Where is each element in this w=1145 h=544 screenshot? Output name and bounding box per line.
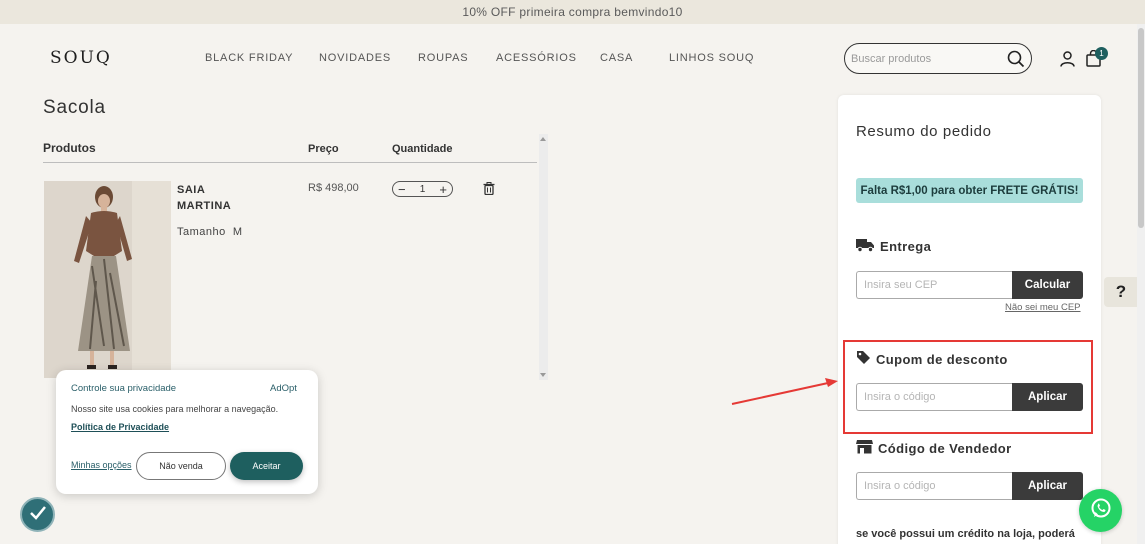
seller-code-form: Aplicar	[856, 472, 1083, 500]
seller-code-heading-text: Código de Vendedor	[878, 440, 1012, 456]
cookie-title: Controle sua privacidade	[71, 383, 177, 394]
cep-form: Calcular	[856, 271, 1083, 299]
nav-item-acessorios[interactable]: ACESSÓRIOS	[496, 52, 577, 64]
cookie-message: Nosso site usa cookies para melhorar a n…	[71, 404, 279, 414]
cookie-decline-button[interactable]: Não venda	[136, 452, 226, 480]
cep-input[interactable]	[856, 271, 1012, 299]
promo-bar: 10% OFF primeira compra bemvindo10	[0, 0, 1145, 24]
quantity-decrease-button[interactable]: −	[398, 183, 406, 196]
column-header-product: Produtos	[43, 141, 96, 155]
user-icon[interactable]	[1060, 51, 1075, 72]
annotation-arrow-icon	[728, 374, 840, 413]
order-summary-panel: Resumo do pedido Falta R$1,00 para obter…	[838, 95, 1101, 544]
help-button[interactable]: ?	[1104, 277, 1138, 307]
shield-check-icon	[29, 503, 47, 526]
privacy-settings-button[interactable]	[20, 497, 55, 532]
whatsapp-icon	[1090, 497, 1112, 524]
nav-item-linhos-souq[interactable]: LINHOS SOUQ	[669, 52, 754, 64]
cookie-accept-button[interactable]: Aceitar	[230, 452, 303, 480]
logo[interactable]: SOUQ	[50, 48, 112, 68]
privacy-policy-link[interactable]: Política de Privacidade	[71, 422, 169, 432]
apply-seller-code-button[interactable]: Aplicar	[1012, 472, 1083, 500]
store-icon	[856, 439, 873, 457]
cart-count-badge: 1	[1095, 47, 1108, 60]
truck-icon	[856, 238, 875, 255]
delivery-heading-text: Entrega	[880, 239, 932, 254]
product-name[interactable]: SAIA MARTINA	[177, 182, 257, 214]
free-shipping-message: Falta R$1,00 para obter FRETE GRÁTIS!	[856, 178, 1083, 203]
nav-item-casa[interactable]: CASA	[600, 52, 633, 64]
seller-code-input[interactable]	[856, 472, 1012, 500]
cookie-options-link[interactable]: Minhas opções	[71, 460, 132, 470]
delivery-heading: Entrega	[856, 238, 931, 255]
store-credit-note: se você possui um crédito na loja, poder…	[856, 528, 1075, 540]
product-size-value: M	[232, 226, 243, 238]
quantity-increase-button[interactable]: +	[439, 183, 447, 196]
page-scrollbar[interactable]	[1137, 24, 1145, 544]
coupon-highlight-box	[843, 340, 1093, 434]
product-image[interactable]	[44, 181, 171, 378]
quantity-value[interactable]: 1	[420, 184, 426, 195]
page-title: Sacola	[43, 97, 106, 118]
promo-text: 10% OFF primeira compra bemvindo10	[462, 5, 683, 19]
cookie-banner: Controle sua privacidade AdOpt Nosso sit…	[56, 370, 318, 494]
product-price: R$ 498,00	[308, 182, 359, 194]
nav-item-black-friday[interactable]: BLACK FRIDAY	[205, 52, 293, 64]
order-summary-title: Resumo do pedido	[856, 123, 992, 140]
trash-icon[interactable]	[483, 182, 495, 200]
calculate-shipping-button[interactable]: Calcular	[1012, 271, 1083, 299]
whatsapp-button[interactable]	[1079, 489, 1122, 532]
search-icon[interactable]	[1007, 50, 1025, 73]
column-header-price: Preço	[308, 143, 339, 155]
search-box	[844, 43, 1032, 74]
cart-scrollbar[interactable]	[539, 134, 548, 380]
nav-item-roupas[interactable]: ROUPAS	[418, 52, 468, 64]
product-size: Tamanho M	[177, 226, 243, 238]
search-input[interactable]	[851, 52, 1001, 65]
nav-item-novidades[interactable]: NOVIDADES	[319, 52, 391, 64]
quantity-stepper: − 1 +	[392, 181, 453, 197]
seller-code-heading: Código de Vendedor	[856, 439, 1012, 457]
cookie-brand[interactable]: AdOpt	[270, 383, 297, 394]
table-divider	[43, 162, 537, 163]
product-size-label: Tamanho	[177, 226, 226, 238]
column-header-quantity: Quantidade	[392, 143, 453, 155]
cep-help-link[interactable]: Não sei meu CEP	[1005, 302, 1081, 313]
